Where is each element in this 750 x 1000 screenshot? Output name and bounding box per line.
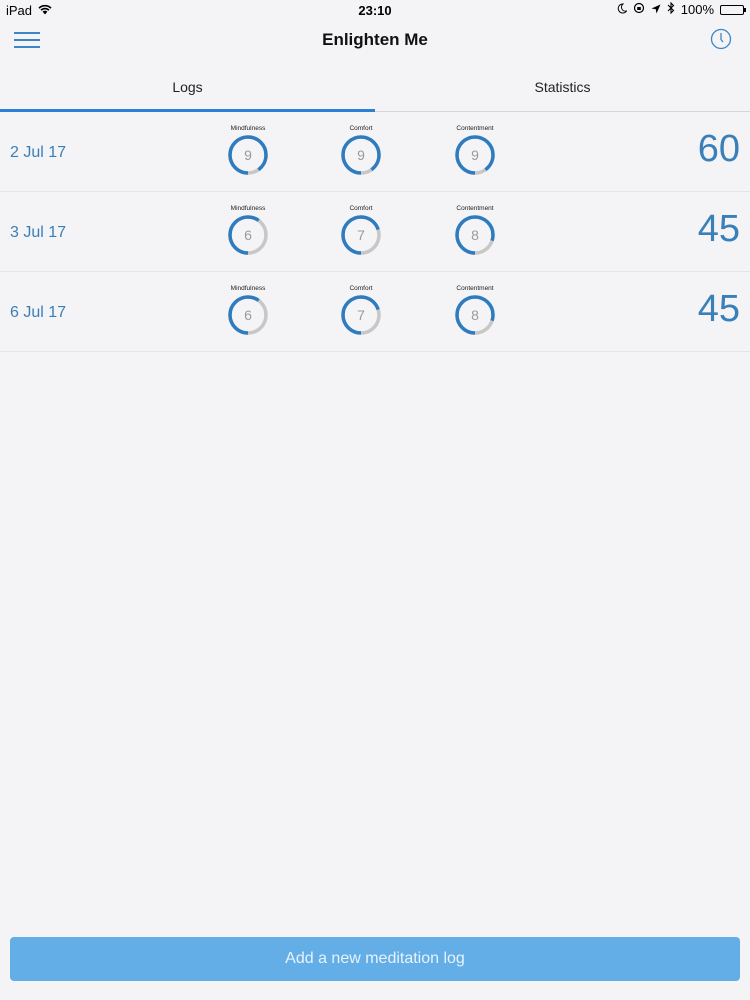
- location-arrow-icon: [651, 2, 661, 17]
- log-duration: 60: [697, 128, 740, 170]
- rating-gauge: Mindfulness 6: [218, 205, 278, 265]
- rating-gauge: Contentment 8: [445, 205, 505, 265]
- tab-statistics[interactable]: Statistics: [375, 64, 750, 111]
- clock-icon[interactable]: [710, 28, 732, 50]
- gauge-label: Contentment: [456, 285, 494, 292]
- bluetooth-icon: [667, 1, 675, 17]
- log-row[interactable]: 2 Jul 17 Mindfulness 9 Comfort 9 Contentment 9…: [0, 112, 750, 192]
- status-bar: iPad 23:10 100%: [0, 0, 750, 20]
- gauge-label: Contentment: [456, 205, 494, 212]
- gauge-label: Comfort: [349, 285, 373, 292]
- navigation-bar: Enlighten Me: [0, 20, 750, 64]
- log-date: 3 Jul 17: [10, 224, 67, 241]
- gauge-value: 7: [357, 227, 365, 243]
- gauge-label: Mindfulness: [230, 205, 266, 212]
- log-duration: 45: [697, 208, 740, 250]
- gauge-label: Contentment: [456, 125, 494, 132]
- gauge-label: Comfort: [349, 125, 373, 132]
- gauge-value: 6: [244, 307, 252, 323]
- gauge-value: 6: [244, 227, 252, 243]
- gauge-value: 9: [244, 147, 252, 163]
- rotation-lock-icon: [633, 2, 645, 17]
- add-log-button[interactable]: Add a new meditation log: [10, 937, 740, 981]
- rating-gauge: Mindfulness 6: [218, 285, 278, 345]
- gauge-label: Mindfulness: [230, 125, 266, 132]
- log-row[interactable]: 6 Jul 17 Mindfulness 6 Comfort 7 Contentment 8…: [0, 272, 750, 352]
- page-title: Enlighten Me: [322, 30, 428, 49]
- log-date: 6 Jul 17: [10, 304, 67, 321]
- gauge-label: Comfort: [349, 205, 373, 212]
- moon-icon: [617, 2, 628, 17]
- battery-percent: 100%: [680, 2, 714, 17]
- gauge-value: 7: [357, 307, 365, 323]
- gauge-label: Mindfulness: [230, 285, 266, 292]
- gauge-value: 8: [471, 227, 479, 243]
- gauge-value: 9: [471, 147, 479, 163]
- rating-gauge: Mindfulness 9: [218, 125, 278, 185]
- rating-gauge: Comfort 9: [331, 125, 391, 185]
- rating-gauge: Contentment 9: [445, 125, 505, 185]
- log-duration: 45: [697, 288, 740, 330]
- rating-gauge: Comfort 7: [331, 285, 391, 345]
- gauge-value: 8: [471, 307, 479, 323]
- rating-gauge: Comfort 7: [331, 205, 391, 265]
- log-list: 2 Jul 17 Mindfulness 9 Comfort 9 Contentment 9…: [0, 112, 750, 352]
- battery-icon: [720, 4, 746, 15]
- tab-bar: Logs Statistics: [0, 64, 750, 112]
- rating-gauge: Contentment 8: [445, 285, 505, 345]
- status-right: 100%: [617, 1, 746, 17]
- log-date: 2 Jul 17: [10, 144, 67, 161]
- log-row[interactable]: 3 Jul 17 Mindfulness 6 Comfort 7 Contentment 8…: [0, 192, 750, 272]
- gauge-value: 9: [357, 147, 365, 163]
- tab-logs[interactable]: Logs: [0, 64, 375, 111]
